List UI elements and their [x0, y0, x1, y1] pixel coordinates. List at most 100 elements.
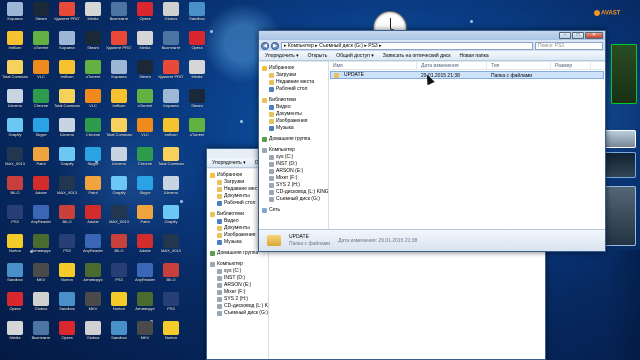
nav-item[interactable]: sys (C:) [210, 268, 265, 275]
desktop-icon[interactable]: MAX_0013 [158, 234, 184, 260]
desktop-icon[interactable]: MKV [28, 263, 54, 289]
desktop-icon[interactable]: BILO [2, 176, 28, 202]
desktop-icon[interactable]: Paint [80, 176, 106, 202]
desktop-icon[interactable]: Opera [132, 2, 158, 28]
desktop-icon[interactable]: uTorrent [80, 60, 106, 86]
desktop-icon[interactable]: Total Commander [106, 118, 132, 144]
desktop-icon[interactable]: Grapify [158, 205, 184, 231]
desktop-icon[interactable]: AnyReader [80, 234, 106, 260]
desktop-icon[interactable]: Opera [184, 31, 210, 57]
cpu-meter-gadget[interactable] [611, 44, 637, 104]
desktop-icon[interactable]: Антивирус [80, 263, 106, 289]
desktop-icon[interactable]: Антивирус [132, 292, 158, 318]
desktop-icon[interactable]: MAX_0013 [2, 147, 28, 173]
desktop-icon[interactable]: Media [80, 2, 106, 28]
desktop-icon[interactable]: Paint [28, 147, 54, 173]
desktop-icon[interactable]: PS3 [54, 234, 80, 260]
desktop-icon[interactable]: AnyReader [132, 263, 158, 289]
desktop-icon[interactable]: Корзина [54, 31, 80, 57]
back-arrow-icon[interactable]: ◀ [261, 41, 269, 50]
nav-item[interactable]: CD-дисковод (L:) KINGS [210, 303, 268, 310]
desktop-icon[interactable]: MAX_0013 [54, 176, 80, 202]
desktop-icon[interactable]: Удалите PROTO [158, 60, 184, 86]
desktop-icon[interactable]: Удалите PROTO [54, 2, 80, 28]
address-bar[interactable]: ▸ Компьютер ▸ Съемный диск (G:) ▸ PS3 ▸ [281, 41, 533, 50]
nav-item[interactable]: Видео [210, 218, 265, 225]
desktop-icon[interactable]: Total Commander [158, 147, 184, 173]
main-toolbar-button[interactable]: Открыть [308, 53, 328, 59]
nav-item[interactable]: Документы [210, 193, 265, 200]
explorer-window-main[interactable]: – □ ✕ ◀ ▶ ▸ Компьютер ▸ Съемный диск (G:… [258, 30, 606, 252]
desktop-icon[interactable]: Adobe [80, 205, 106, 231]
desktop-icon[interactable]: Steam [184, 89, 210, 115]
desktop-icon[interactable]: Norton [106, 292, 132, 318]
nav-item[interactable]: ARSON (E:) [210, 282, 265, 289]
desktop-icon[interactable]: ImBurn [106, 89, 132, 115]
main-toolbar-button[interactable]: Упорядочить ▾ [265, 53, 299, 59]
desktop-icon[interactable]: Skype [28, 118, 54, 144]
desktop-icon[interactable]: MKV [80, 292, 106, 318]
nav-item[interactable]: Загрузки [262, 72, 325, 79]
desktop-icon[interactable]: Штатно [158, 176, 184, 202]
desktop-icon[interactable]: Steam [132, 60, 158, 86]
desktop-icon[interactable]: Norton [54, 263, 80, 289]
desktop-icon[interactable]: VLC [132, 118, 158, 144]
desktop-icon[interactable]: Sandbox [184, 2, 210, 28]
desktop-icon[interactable]: PS3 [106, 263, 132, 289]
desktop-icon[interactable]: Штатно [54, 118, 80, 144]
nav-item[interactable]: Недавние места [262, 79, 325, 86]
desktop-icon[interactable]: Вконтакте [106, 2, 132, 28]
maximize-button[interactable]: □ [572, 32, 584, 39]
nav-item[interactable]: Изображения [210, 232, 265, 239]
desktop-icon[interactable]: MKV [132, 321, 158, 347]
desktop-icon[interactable]: Skype [80, 147, 106, 173]
desktop-icon[interactable]: Вконтакте [158, 31, 184, 57]
back-toolbar-button[interactable]: Упорядочить ▾ [212, 160, 246, 166]
nav-item[interactable]: Музыка [210, 239, 265, 246]
nav-item[interactable]: ARSON (E:) [262, 168, 325, 175]
desktop-icon[interactable]: uTorrent [184, 118, 210, 144]
desktop-icon[interactable]: Steam [80, 31, 106, 57]
desktop-icon[interactable]: Norton [2, 234, 28, 260]
desktop-icon[interactable]: Adobe [132, 234, 158, 260]
desktop-icon[interactable]: Grapify [54, 147, 80, 173]
nav-item[interactable]: Домашняя группа [210, 250, 265, 257]
nav-item[interactable]: Документы [262, 111, 325, 118]
main-toolbar-button[interactable]: Новая папка [460, 53, 489, 59]
desktop-icon[interactable]: Корзина [106, 60, 132, 86]
desktop-icon[interactable]: ImBurn [2, 31, 28, 57]
desktop-icon[interactable]: ImBurn [158, 118, 184, 144]
desktop-icon[interactable]: Sandbox [54, 292, 80, 318]
desktop-icon[interactable]: PS3 [158, 292, 184, 318]
desktop-icon[interactable]: uTorrent [132, 89, 158, 115]
nav-item[interactable]: SYS 2 (H:) [262, 182, 325, 189]
desktop-icon[interactable]: Paint [132, 205, 158, 231]
close-button[interactable]: ✕ [585, 32, 603, 39]
file-row[interactable]: UPDATE 29.01.2015 21:38 Папка с файлами [330, 71, 604, 79]
desktop-icon[interactable]: Media [184, 60, 210, 86]
nav-item[interactable]: Mixer (F:) [210, 289, 265, 296]
column-header[interactable]: Размер [551, 62, 591, 69]
nav-item[interactable]: Рабочий стол [262, 86, 325, 93]
nav-item[interactable]: Документы [210, 225, 265, 232]
main-toolbar-button[interactable]: Записать на оптический диск [383, 53, 451, 59]
desktop-icon[interactable]: Grapify [106, 176, 132, 202]
nav-item[interactable]: Компьютер [262, 147, 325, 154]
nav-item[interactable]: Mixer (F:) [262, 175, 325, 182]
nav-item[interactable]: INST (D:) [262, 161, 325, 168]
desktop-icon[interactable]: Steam [28, 2, 54, 28]
desktop-icon[interactable]: Вконтакте [28, 321, 54, 347]
desktop-icon[interactable]: BILO [158, 263, 184, 289]
column-header[interactable]: Имя [329, 62, 417, 69]
desktop-icon[interactable]: MAX_0013 [106, 205, 132, 231]
avast-gadget[interactable]: AVAST [594, 10, 620, 17]
nav-item[interactable]: Библиотеки [262, 97, 325, 104]
desktop-icon[interactable]: Корзина [2, 2, 28, 28]
desktop-icon[interactable]: Media [132, 31, 158, 57]
desktop-icon[interactable]: Штатно [106, 147, 132, 173]
desktop-icon[interactable]: Удалите PROTO [106, 31, 132, 57]
title-bar[interactable]: – □ ✕ [259, 31, 605, 40]
nav-item[interactable]: SYS 2 (H:) [210, 296, 265, 303]
desktop-icon[interactable]: Total Commander [54, 89, 80, 115]
nav-item[interactable]: Компьютер [210, 261, 265, 268]
